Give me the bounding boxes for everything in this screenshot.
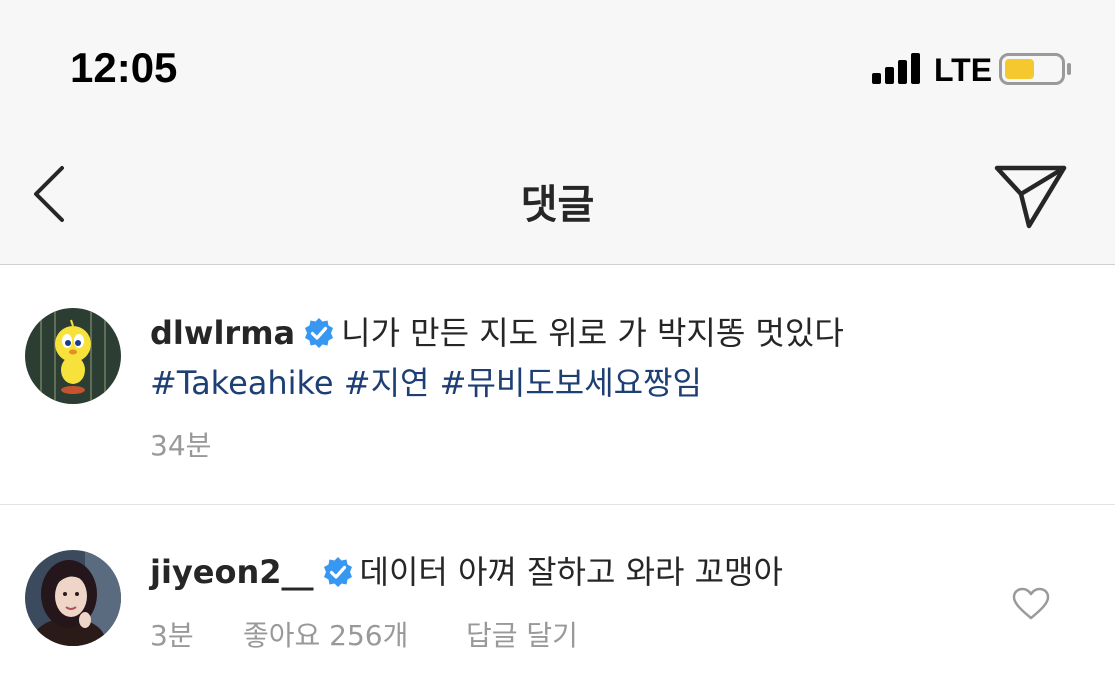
comment-time: 34분 xyxy=(150,429,212,462)
likes-count-label[interactable]: 좋아요 256개 xyxy=(243,619,408,652)
network-type: LTE xyxy=(934,52,993,88)
avatar-image xyxy=(25,550,121,646)
comment-body: jiyeon2__ 데이터 아껴 잘하고 와라 꼬맹아 xyxy=(150,547,980,597)
comment-username[interactable]: jiyeon2__ xyxy=(150,553,314,591)
comment-username[interactable]: dlwlrma xyxy=(150,314,295,352)
header-divider xyxy=(0,264,1115,265)
verified-badge-icon xyxy=(323,557,352,587)
comment-divider xyxy=(0,504,1115,505)
hashtag-link[interactable]: #지연 xyxy=(344,364,430,402)
signal-strength-icon xyxy=(872,53,920,84)
likes-count-link[interactable]: 좋아요 256개 xyxy=(243,614,408,654)
avatar[interactable] xyxy=(25,550,121,646)
paper-plane-icon[interactable] xyxy=(994,160,1068,230)
comment-text: 데이터 아껴 잘하고 와라 꼬맹아 xyxy=(359,553,783,591)
comment-time: 3분 xyxy=(150,619,194,652)
comment-body: dlwlrma 니가 만든 지도 위로 가 박지똥 멋있다 #Takeahike… xyxy=(150,308,1050,408)
avatar-image xyxy=(25,308,121,404)
verified-badge-icon xyxy=(305,318,334,348)
reply-label[interactable]: 답글 달기 xyxy=(466,619,578,652)
battery-icon xyxy=(999,53,1071,85)
comment-text: 니가 만든 지도 위로 가 박지똥 멋있다 xyxy=(341,314,844,352)
hashtag-link[interactable]: #Takeahike xyxy=(150,364,334,402)
avatar[interactable] xyxy=(25,308,121,404)
status-time: 12:05 xyxy=(70,44,178,91)
page-title: 댓글 xyxy=(520,182,595,228)
reply-link[interactable]: 답글 달기 xyxy=(466,614,578,654)
hashtag-link[interactable]: #뮤비도보세요짱임 xyxy=(440,364,702,402)
heart-icon[interactable] xyxy=(1012,587,1050,621)
